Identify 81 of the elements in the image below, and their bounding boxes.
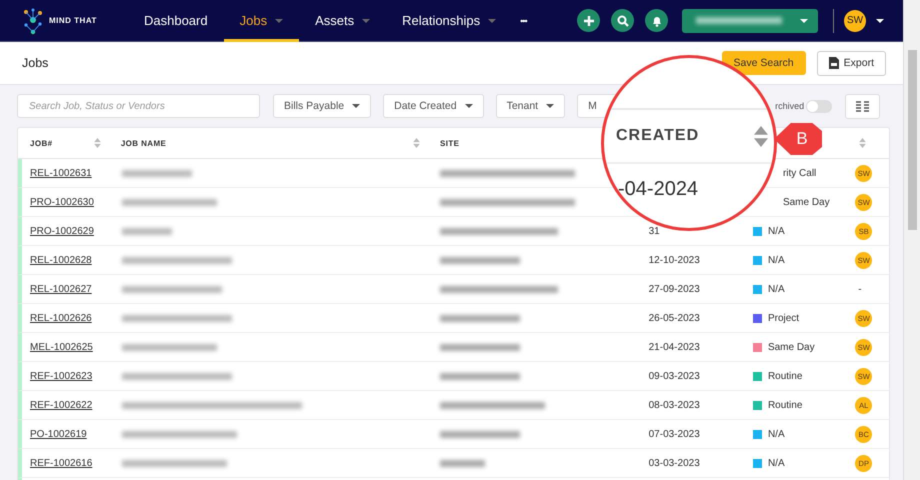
created-date: 08-03-2023 bbox=[648, 400, 700, 410]
logo-icon bbox=[22, 6, 44, 34]
job-link[interactable]: REL-1002628 bbox=[30, 254, 92, 266]
job-type: N/A bbox=[768, 284, 785, 294]
logo-text: MIND THAT bbox=[49, 16, 97, 25]
job-link[interactable]: PRO-1002629 bbox=[30, 226, 94, 236]
archived-toggle[interactable] bbox=[806, 100, 832, 112]
columns-button[interactable] bbox=[845, 94, 880, 118]
nav-tab[interactable]: Assets bbox=[299, 0, 386, 42]
page-title: Jobs bbox=[22, 56, 50, 70]
archived-label: rchived bbox=[775, 101, 804, 111]
search-button[interactable] bbox=[611, 9, 634, 32]
created-date: -04-2024 bbox=[618, 178, 698, 200]
job-link[interactable]: REL-1002631 bbox=[30, 168, 92, 178]
search-field[interactable]: Search Job, Status or Vendors bbox=[17, 94, 260, 118]
sort-icon[interactable] bbox=[859, 138, 866, 148]
job-type: Routine bbox=[768, 400, 802, 410]
job-link[interactable]: REF-1002623 bbox=[30, 370, 92, 382]
blurred-link[interactable] bbox=[440, 344, 520, 350]
nav-tab[interactable]: Relationships bbox=[386, 0, 512, 42]
job-link[interactable]: PRO-1002630 bbox=[30, 196, 94, 208]
bell-icon bbox=[650, 14, 662, 26]
created-date: 12-10-2023 bbox=[648, 254, 700, 266]
file-icon bbox=[828, 57, 839, 69]
blurred-link[interactable] bbox=[440, 430, 520, 438]
nav-tab[interactable]: Dashboard bbox=[128, 0, 224, 42]
created-date: 21-04-2023 bbox=[648, 342, 700, 352]
plus-icon bbox=[582, 14, 594, 26]
created-date: 27-09-2023 bbox=[648, 284, 700, 294]
blurred-text bbox=[122, 228, 172, 234]
blurred-link[interactable] bbox=[440, 256, 520, 264]
more-menu[interactable]: ••• bbox=[520, 16, 527, 26]
sort-icon[interactable] bbox=[94, 138, 101, 148]
columns-icon bbox=[856, 100, 870, 112]
job-link[interactable]: MEL-1002625 bbox=[30, 342, 93, 352]
user-avatar[interactable]: SW bbox=[844, 10, 866, 32]
job-type: Routine bbox=[768, 370, 802, 382]
job-link[interactable]: REF-1002616 bbox=[30, 458, 92, 468]
job-type: Same Day bbox=[782, 196, 830, 208]
job-link[interactable]: REF-1002622 bbox=[30, 400, 92, 410]
created-date: 31 bbox=[648, 226, 660, 236]
column-header: CREATED bbox=[616, 127, 700, 145]
blurred-link[interactable] bbox=[440, 314, 520, 322]
sort-icon[interactable] bbox=[413, 138, 420, 148]
job-type: N/A bbox=[768, 428, 785, 440]
organization-dropdown[interactable] bbox=[682, 8, 818, 32]
scrollbar[interactable] bbox=[903, 0, 920, 480]
job-type: N/A bbox=[768, 226, 785, 236]
add-button[interactable] bbox=[577, 9, 600, 32]
blurred-link[interactable] bbox=[440, 402, 546, 408]
job-type: rity Call bbox=[782, 168, 816, 178]
job-type: N/A bbox=[768, 458, 785, 468]
sort-icon bbox=[754, 126, 768, 146]
created-date: 26-05-2023 bbox=[648, 312, 700, 324]
blurred-text bbox=[122, 170, 192, 176]
save-search-button[interactable]: Save Search bbox=[722, 51, 806, 75]
job-link[interactable]: REL-1002627 bbox=[30, 284, 92, 294]
created-date: 09-03-2023 bbox=[648, 370, 700, 382]
column-header[interactable]: SITE bbox=[440, 138, 460, 148]
created-date: 07-03-2023 bbox=[648, 428, 700, 440]
blurred-link[interactable] bbox=[440, 170, 576, 176]
blurred-link[interactable] bbox=[440, 372, 520, 380]
assignee-text: - bbox=[858, 284, 862, 294]
blurred-link[interactable] bbox=[440, 460, 486, 466]
column-header[interactable]: JOB# bbox=[30, 138, 52, 148]
search-icon bbox=[616, 14, 628, 26]
notifications-button[interactable] bbox=[645, 9, 668, 32]
column-header[interactable]: JOB NAME bbox=[120, 138, 166, 148]
job-type: Project bbox=[768, 312, 800, 324]
job-link[interactable]: PO-1002619 bbox=[30, 428, 87, 440]
filter-dropdown[interactable]: Date Created bbox=[383, 94, 484, 118]
job-link[interactable]: REL-1002626 bbox=[30, 312, 92, 324]
filter-dropdown[interactable]: Tenant bbox=[496, 94, 566, 118]
job-type: N/A bbox=[768, 254, 785, 266]
created-date: 03-03-2023 bbox=[648, 458, 700, 468]
export-button[interactable]: Export bbox=[816, 50, 886, 76]
job-type: Same Day bbox=[768, 342, 815, 352]
blurred-link[interactable] bbox=[440, 228, 558, 234]
blurred-link[interactable] bbox=[440, 198, 576, 206]
blurred-link[interactable] bbox=[440, 286, 558, 292]
filter-dropdown[interactable]: Bills Payable bbox=[273, 94, 372, 118]
